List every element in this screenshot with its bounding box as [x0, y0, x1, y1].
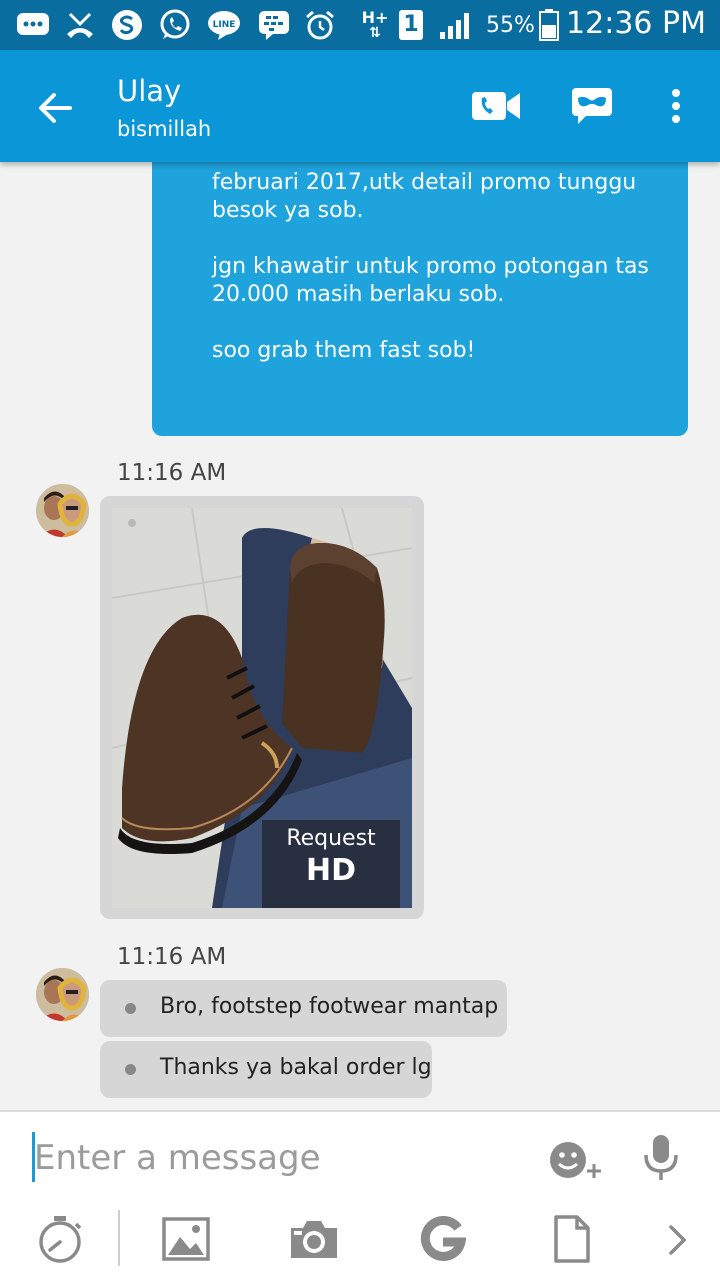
chevron-right-icon[interactable]	[660, 1220, 696, 1260]
incoming-message-bubble[interactable]: Bro, footstep footwear mantap	[100, 980, 507, 1037]
request-hd-label: Request	[286, 826, 376, 851]
google-icon[interactable]	[418, 1214, 468, 1264]
more-icon[interactable]	[648, 82, 704, 130]
outgoing-message-bubble[interactable]: februari 2017,utk detail promo tunggu be…	[152, 162, 688, 436]
gallery-icon[interactable]	[160, 1214, 212, 1264]
battery-icon	[538, 9, 560, 41]
line-icon: LINE	[206, 9, 242, 41]
message-timestamp: 11:16 AM	[117, 460, 227, 486]
mic-icon[interactable]	[638, 1132, 684, 1184]
chat-mask-icon[interactable]	[564, 82, 620, 130]
avatar[interactable]	[36, 484, 89, 537]
chat-status-message: bismillah	[117, 117, 212, 141]
message-line: jgn khawatir untuk promo potongan tas	[212, 254, 649, 279]
incoming-message-bubble[interactable]: Thanks ya bakal order lg	[100, 1041, 432, 1098]
network-icon: H+ ⇅	[361, 8, 389, 41]
file-icon[interactable]	[550, 1212, 594, 1266]
message-line: februari 2017,utk detail promo tunggu	[212, 170, 637, 195]
missed-call-icon	[64, 9, 96, 41]
camera-icon[interactable]	[286, 1214, 342, 1264]
composer	[0, 1110, 720, 1280]
chat-title[interactable]: Ulay	[117, 74, 181, 108]
message-line: 20.000 masih berlaku sob.	[212, 282, 505, 307]
shoe-photo[interactable]: Request HD	[112, 508, 412, 908]
message-text: Bro, footstep footwear mantap	[160, 994, 499, 1019]
messages-icon	[16, 9, 50, 41]
svg-text:LINE: LINE	[213, 20, 236, 30]
read-dot	[125, 1064, 136, 1075]
skype-icon	[110, 9, 144, 41]
sim-slot-label: 1	[399, 10, 423, 40]
message-text: Thanks ya bakal order lg	[160, 1055, 432, 1080]
message-timestamp: 11:16 AM	[117, 944, 227, 970]
alarm-icon	[304, 9, 336, 41]
video-call-icon[interactable]	[468, 82, 524, 130]
sim-icon: 1	[397, 9, 425, 41]
read-dot	[125, 1003, 136, 1014]
status-bar: LINE H+ ⇅ 1 55% 12:36 PM	[0, 0, 720, 50]
whatsapp-icon	[158, 9, 192, 41]
bbm-icon	[258, 9, 290, 41]
battery-percent: 55%	[486, 13, 535, 38]
timer-icon[interactable]	[34, 1212, 86, 1266]
clock: 12:36 PM	[566, 6, 706, 41]
emoji-add-icon[interactable]	[546, 1134, 606, 1186]
request-hd-button[interactable]: Request HD	[262, 820, 400, 908]
image-message[interactable]: Request HD	[100, 496, 424, 919]
avatar[interactable]	[36, 968, 89, 1021]
app-bar: Ulay bismillah	[0, 50, 720, 162]
message-input[interactable]	[34, 1130, 524, 1186]
signal-icon	[438, 9, 474, 41]
network-type-label: H+	[361, 8, 389, 27]
message-line: besok ya sob.	[212, 198, 364, 223]
chat-thread[interactable]: februari 2017,utk detail promo tunggu be…	[0, 162, 720, 1110]
hd-label: HD	[305, 853, 356, 888]
back-arrow-icon[interactable]	[28, 80, 84, 136]
message-line: soo grab them fast sob!	[212, 338, 476, 363]
divider	[118, 1210, 120, 1266]
